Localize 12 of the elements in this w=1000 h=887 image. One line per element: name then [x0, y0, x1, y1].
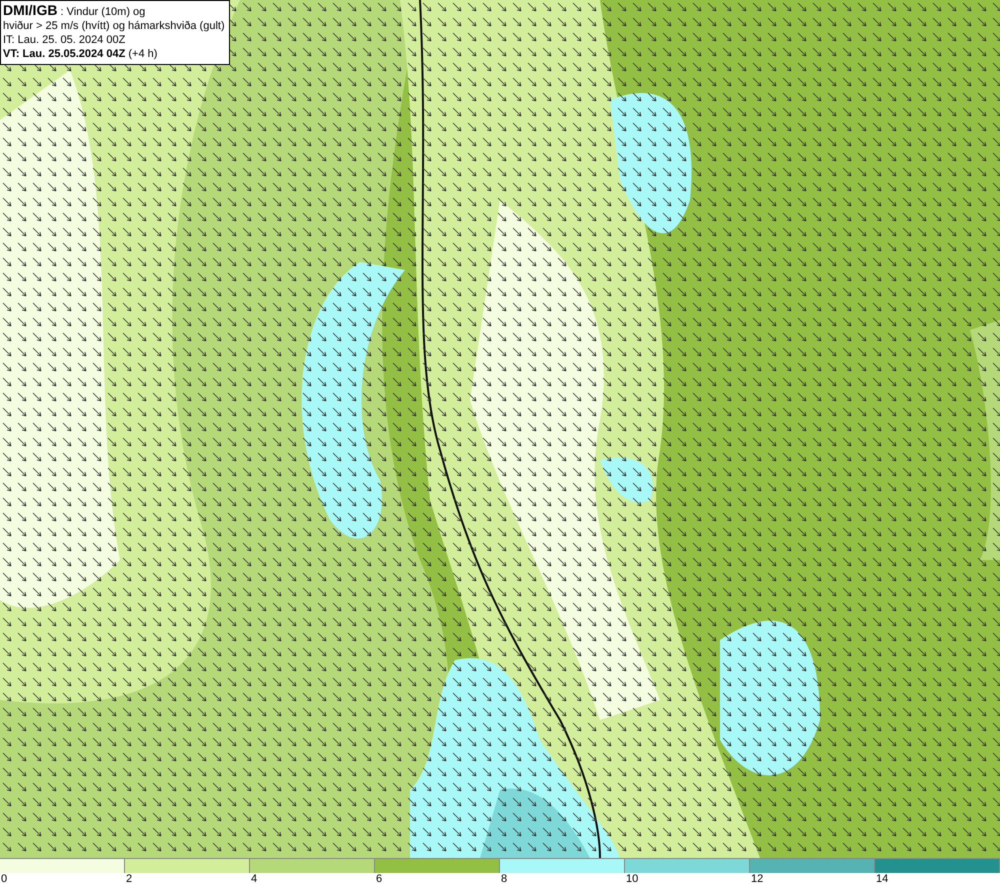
legend-tick-label: 0 — [0, 873, 8, 886]
legend-tick-label: 12 — [750, 873, 764, 886]
title-line: hviður > 25 m/s (hvítt) og hámarkshviða (gult) — [3, 19, 225, 33]
legend-tick-label: 10 — [625, 873, 638, 886]
legend-tick-label: 6 — [375, 873, 382, 886]
legend-tick-label: 8 — [500, 873, 508, 886]
legend-tick-label: 4 — [250, 873, 258, 886]
title-line: VT: Lau. 25.05.2024 04Z (+4 h) — [3, 47, 158, 61]
legend-tick-label: 14 — [875, 873, 888, 886]
title-line: DMI/IGB : Vindur (10m) og — [3, 3, 146, 19]
title-line: IT: Lau. 25. 05. 2024 00Z — [3, 33, 126, 47]
legend-tick-label: 2 — [125, 873, 132, 886]
